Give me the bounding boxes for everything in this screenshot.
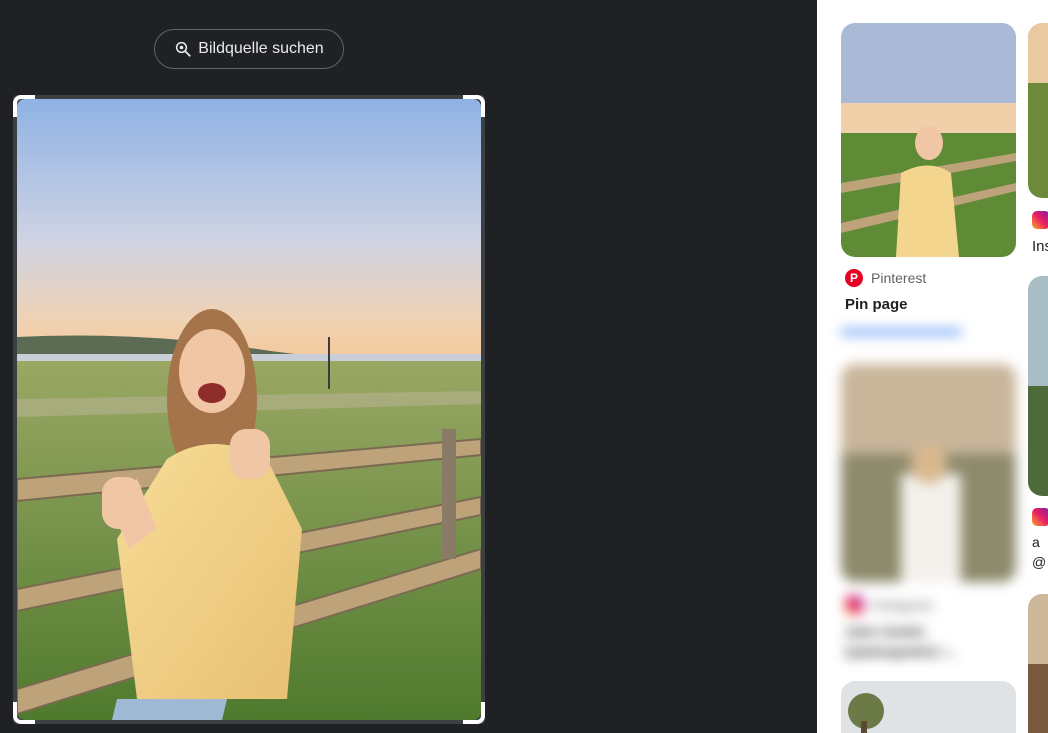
result-source-blurred[interactable]: Instagram — [845, 596, 933, 614]
crop-handle-top-right[interactable] — [463, 95, 485, 117]
result-thumbnail[interactable] — [841, 23, 1016, 257]
result-title[interactable]: Pin page — [845, 296, 908, 313]
result-subtitle: @ — [1032, 554, 1047, 570]
result-source[interactable] — [1032, 211, 1048, 229]
result-source-name: Ins — [1032, 238, 1048, 255]
instagram-icon — [845, 596, 863, 614]
result-title-blurred[interactable]: Jules Gaskin — [845, 624, 925, 639]
result-thumbnail[interactable] — [1028, 276, 1048, 496]
find-image-source-button[interactable]: Bildquelle suchen — [154, 29, 344, 69]
pinterest-icon: P — [845, 269, 863, 287]
selected-photo[interactable] — [17, 99, 481, 720]
result-source-name: Pinterest — [871, 270, 927, 286]
result-source[interactable] — [1032, 508, 1048, 526]
result-source-name: Instagram — [871, 597, 934, 613]
crop-handle-bottom-right[interactable] — [463, 702, 485, 724]
instagram-icon — [1032, 508, 1048, 526]
result-thumbnail[interactable] — [1028, 594, 1048, 733]
result-source[interactable]: P Pinterest — [845, 269, 926, 287]
blurred-result-strip — [841, 322, 1001, 342]
crop-handle-bottom-left[interactable] — [13, 702, 35, 724]
results-panel: P Pinterest Pin page Ins Instagram Jules… — [817, 0, 1048, 733]
crop-handle-top-left[interactable] — [13, 95, 35, 117]
result-thumbnail[interactable] — [1028, 23, 1048, 198]
result-subtitle-blurred: (@julesgaskin) •... — [845, 644, 957, 659]
find-image-source-label: Bildquelle suchen — [198, 40, 324, 57]
result-thumbnail-blurred[interactable] — [841, 364, 1016, 582]
result-thumbnail[interactable] — [841, 681, 1016, 733]
image-panel: Bildquelle suchen — [0, 0, 817, 733]
lens-search-icon — [176, 41, 191, 57]
result-title[interactable]: a — [1032, 534, 1040, 550]
instagram-icon — [1032, 211, 1048, 229]
